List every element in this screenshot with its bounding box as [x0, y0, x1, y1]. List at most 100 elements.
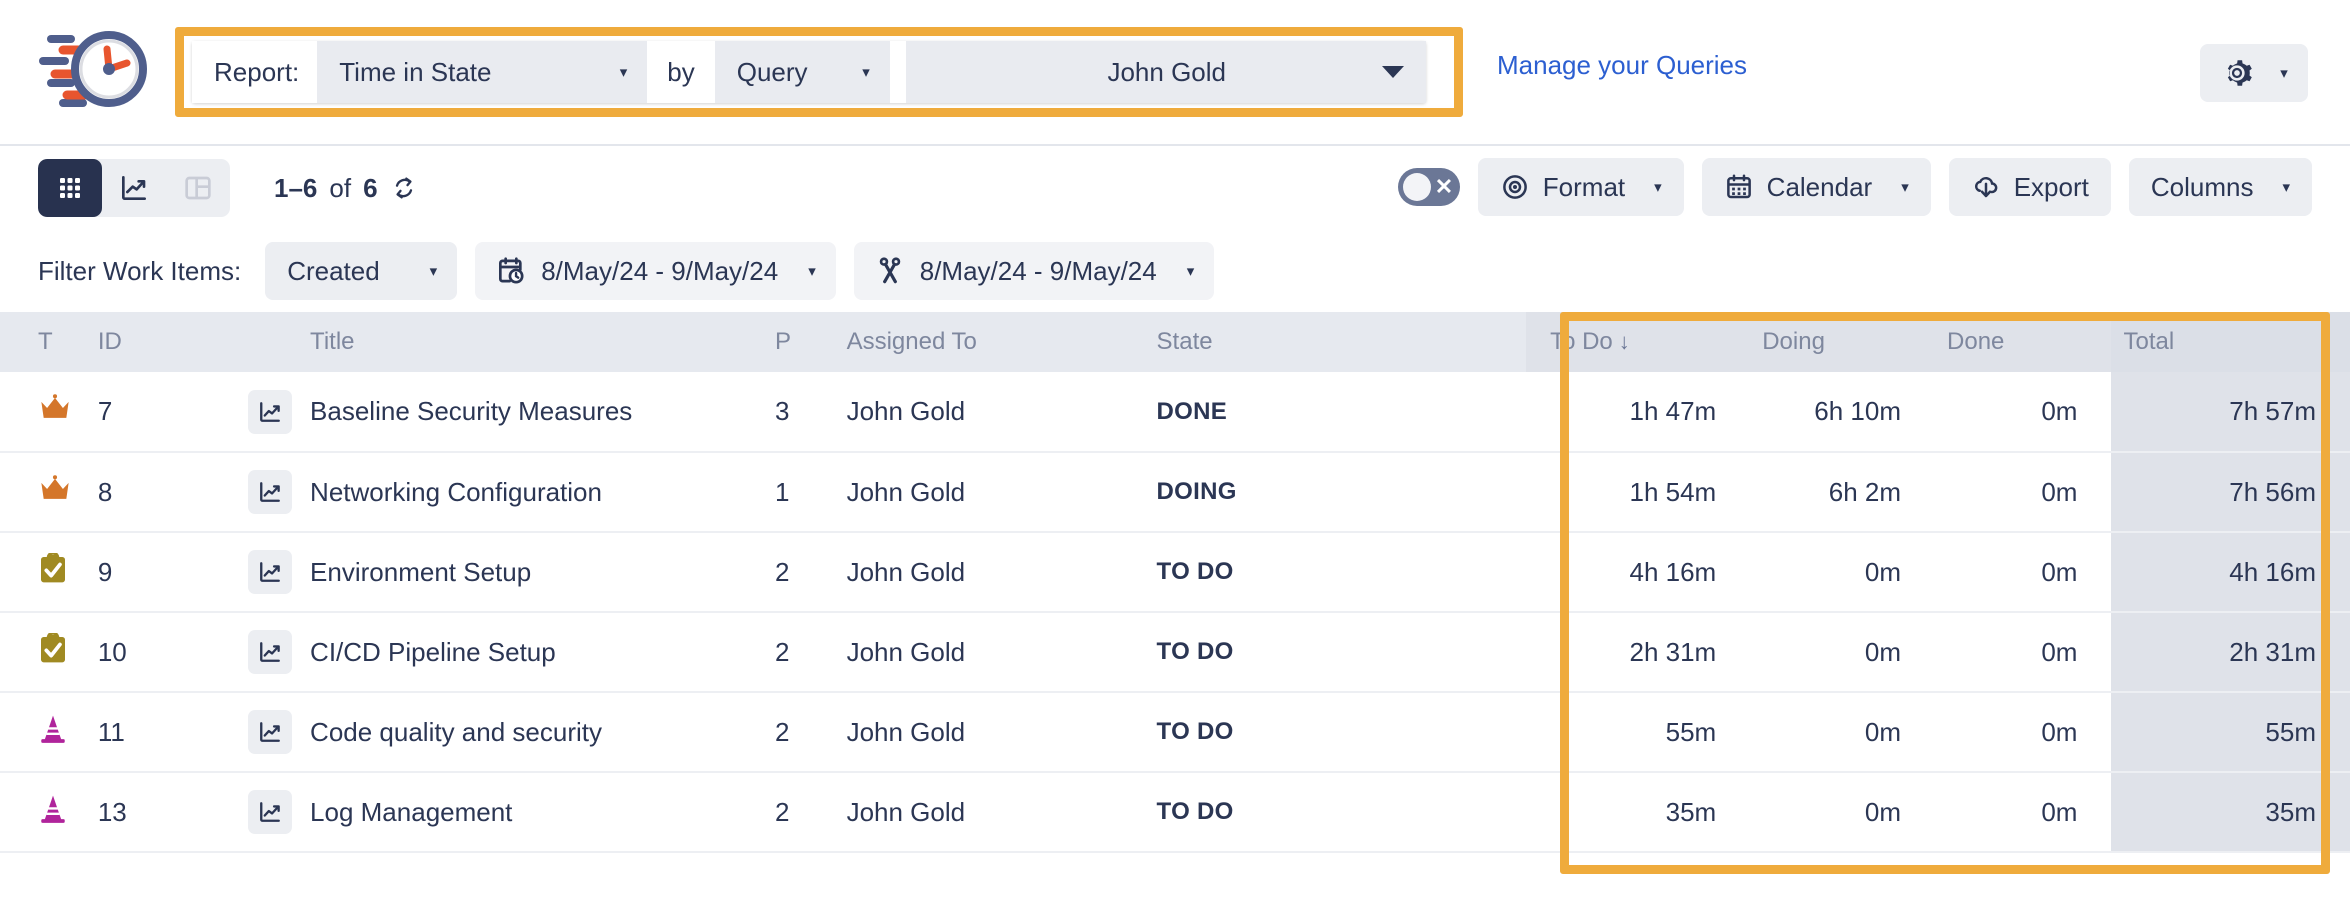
- row-id[interactable]: 8: [86, 452, 236, 532]
- chevron-down-icon: [1382, 66, 1404, 78]
- table-row[interactable]: 10CI/CD Pipeline Setup2John GoldTO DO2h …: [0, 612, 2350, 692]
- group-by-value: Query: [737, 57, 808, 88]
- line-chart-icon: [256, 718, 284, 746]
- row-chart-button[interactable]: [248, 390, 292, 434]
- column-header-assigned[interactable]: Assigned To: [835, 312, 1145, 372]
- column-header-state[interactable]: State: [1145, 312, 1527, 372]
- manage-queries-link[interactable]: Manage your Queries: [1497, 50, 1747, 81]
- line-chart-icon: [256, 558, 284, 586]
- settings-button[interactable]: ▾: [2200, 44, 2308, 102]
- row-doing-time: 6h 2m: [1750, 452, 1935, 532]
- table-row[interactable]: 7 Baseline Security Measures3John GoldDON…: [0, 372, 2350, 452]
- row-chart-button[interactable]: [248, 710, 292, 754]
- row-id[interactable]: 10: [86, 612, 236, 692]
- app-header: Report: Time in State ▾ by Query ▾ John …: [0, 0, 2350, 146]
- column-header-type[interactable]: T: [0, 312, 86, 372]
- columns-button[interactable]: Columns ▾: [2129, 158, 2312, 216]
- row-total-time: 4h 16m: [2111, 532, 2350, 612]
- row-assigned-to: John Gold: [835, 452, 1145, 532]
- filter-label: Filter Work Items:: [38, 256, 241, 287]
- line-chart-icon: [256, 398, 284, 426]
- row-title[interactable]: Baseline Security Measures: [298, 372, 763, 452]
- column-header-doing[interactable]: Doing: [1750, 312, 1935, 372]
- row-id[interactable]: 13: [86, 772, 236, 852]
- row-id[interactable]: 7: [86, 372, 236, 452]
- close-icon: ✕: [1435, 176, 1453, 198]
- row-done-time: 0m: [1935, 772, 2111, 852]
- column-header-id[interactable]: ID: [86, 312, 236, 372]
- table-row[interactable]: 13Log Management2John GoldTO DO35m0m0m35…: [0, 772, 2350, 852]
- row-state: DONE: [1145, 372, 1527, 452]
- sort-desc-icon: ↓: [1619, 329, 1630, 354]
- row-chart-button[interactable]: [248, 470, 292, 514]
- table-row[interactable]: 11Code quality and security2John GoldTO …: [0, 692, 2350, 772]
- chevron-down-icon: ▾: [1901, 178, 1909, 196]
- row-chart-button[interactable]: [248, 790, 292, 834]
- row-chart-cell: [236, 452, 298, 532]
- column-header-priority[interactable]: P: [763, 312, 835, 372]
- query-select[interactable]: John Gold: [906, 41, 1426, 103]
- sprint-range-filter[interactable]: 8/May/24 - 9/May/24 ▾: [854, 242, 1215, 300]
- row-doing-time: 0m: [1750, 532, 1935, 612]
- count-range: 1–6: [274, 173, 317, 204]
- row-state: TO DO: [1145, 772, 1527, 852]
- calendar-label: Calendar: [1767, 172, 1873, 203]
- column-header-title[interactable]: Title: [298, 312, 763, 372]
- calendar-button[interactable]: Calendar ▾: [1702, 158, 1931, 216]
- column-header-todo-label: To Do: [1550, 328, 1613, 355]
- layout-icon: [182, 172, 214, 204]
- toolbar-actions: ✕ Format ▾ Calendar ▾: [1398, 158, 2312, 216]
- row-todo-time: 1h 54m: [1526, 452, 1750, 532]
- filter-field-select[interactable]: Created ▾: [265, 242, 457, 300]
- export-label: Export: [2014, 172, 2089, 203]
- row-todo-time: 4h 16m: [1526, 532, 1750, 612]
- board-view-button[interactable]: [166, 159, 230, 217]
- filter-bar: Filter Work Items: Created ▾ 8/May/24 - …: [0, 230, 2350, 312]
- by-label: by: [647, 41, 714, 103]
- column-header-todo[interactable]: To Do↓: [1526, 312, 1750, 372]
- row-chart-cell: [236, 612, 298, 692]
- row-id[interactable]: 11: [86, 692, 236, 772]
- row-title[interactable]: Code quality and security: [298, 692, 763, 772]
- refresh-icon[interactable]: [390, 174, 418, 202]
- format-button[interactable]: Format ▾: [1478, 158, 1684, 216]
- row-title[interactable]: Environment Setup: [298, 532, 763, 612]
- column-header-done[interactable]: Done: [1935, 312, 2111, 372]
- chart-view-button[interactable]: [102, 159, 166, 217]
- export-button[interactable]: Export: [1949, 158, 2111, 216]
- row-title[interactable]: Networking Configuration: [298, 452, 763, 532]
- row-priority: 2: [763, 692, 835, 772]
- date-range-filter[interactable]: 8/May/24 - 9/May/24 ▾: [475, 242, 836, 300]
- query-value: John Gold: [1107, 57, 1226, 88]
- row-priority: 3: [763, 372, 835, 452]
- row-title[interactable]: Log Management: [298, 772, 763, 852]
- crown-icon: [38, 474, 72, 504]
- table-row[interactable]: 9Environment Setup2John GoldTO DO4h 16m0…: [0, 532, 2350, 612]
- row-chart-button[interactable]: [248, 550, 292, 594]
- row-type-cell: [0, 452, 86, 532]
- row-assigned-to: John Gold: [835, 372, 1145, 452]
- selector-divider: [890, 41, 906, 103]
- column-header-total[interactable]: Total: [2111, 312, 2350, 372]
- report-type-select[interactable]: Time in State ▾: [317, 41, 647, 103]
- clipboard-check-icon: [38, 633, 68, 665]
- filter-toggle[interactable]: ✕: [1398, 168, 1460, 206]
- row-state: DOING: [1145, 452, 1527, 532]
- view-mode-switch: [38, 159, 230, 217]
- row-assigned-to: John Gold: [835, 612, 1145, 692]
- app-logo: [0, 17, 175, 127]
- row-state: TO DO: [1145, 692, 1527, 772]
- report-type-value: Time in State: [339, 57, 491, 88]
- row-chart-cell: [236, 772, 298, 852]
- row-type-cell: [0, 772, 86, 852]
- format-label: Format: [1543, 172, 1625, 203]
- row-id[interactable]: 9: [86, 532, 236, 612]
- grid-view-button[interactable]: [38, 159, 102, 217]
- row-chart-button[interactable]: [248, 630, 292, 674]
- table-row[interactable]: 8Networking Configuration1John GoldDOING…: [0, 452, 2350, 532]
- cone-icon: [38, 713, 68, 745]
- row-title[interactable]: CI/CD Pipeline Setup: [298, 612, 763, 692]
- crown-icon: [38, 393, 72, 423]
- group-by-select[interactable]: Query ▾: [715, 41, 890, 103]
- row-total-time: 7h 57m: [2111, 372, 2350, 452]
